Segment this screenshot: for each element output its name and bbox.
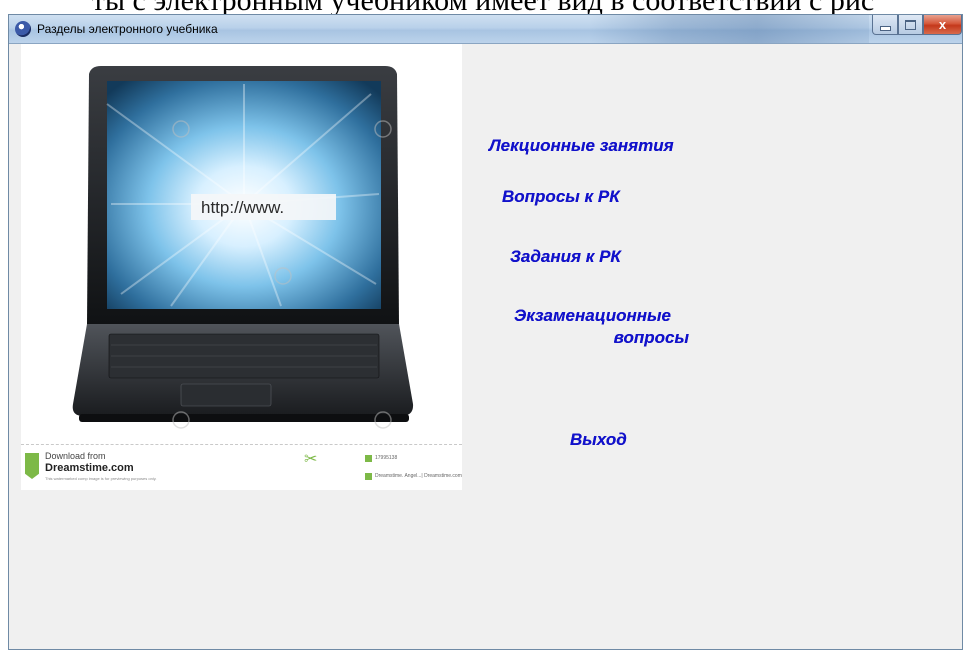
credit-id: 17995138	[375, 455, 398, 461]
app-icon[interactable]	[15, 21, 31, 37]
scissors-icon: ✂	[304, 451, 318, 468]
title-bar[interactable]: Разделы электронного учебника x	[9, 15, 962, 44]
maximize-icon	[905, 19, 916, 30]
laptop-image: http://www.	[72, 66, 414, 429]
tasks-rk-link[interactable]: Задания к РК	[510, 247, 621, 267]
minimize-button[interactable]	[872, 15, 898, 35]
address-bar-text: http://www.	[201, 198, 284, 217]
close-icon: x	[938, 17, 947, 32]
credit-author: Dreamstime. Angel...| Dreamstime.com	[375, 473, 462, 479]
laptop-picture: http://www. Download from Dreamstime.com…	[21, 44, 462, 490]
exam-questions-line1: Экзаменационные	[514, 306, 671, 325]
form-client-area: http://www. Download from Dreamstime.com…	[9, 44, 962, 649]
exit-link[interactable]: Выход	[570, 430, 627, 450]
credit-download-from: Download from	[45, 451, 106, 461]
app-window: Разделы электронного учебника x http://w…	[8, 14, 963, 650]
questions-rk-link[interactable]: Вопросы к РК	[502, 187, 620, 207]
maximize-button[interactable]	[898, 15, 923, 35]
minimize-icon	[879, 26, 891, 31]
credit-id-marker	[365, 455, 372, 462]
credit-note: This watermarked comp image is for previ…	[45, 476, 157, 481]
lectures-link[interactable]: Лекционные занятия	[489, 136, 674, 156]
close-button[interactable]: x	[923, 15, 962, 35]
title-bar-reflection	[589, 15, 869, 43]
dreamstime-logo	[25, 453, 39, 479]
exam-questions-line2: вопросы	[613, 328, 689, 347]
window-title: Разделы электронного учебника	[37, 22, 218, 36]
credit-author-marker	[365, 473, 372, 480]
exam-questions-link[interactable]: Экзаменационные вопросы	[514, 306, 689, 348]
credit-site: Dreamstime.com	[45, 462, 134, 474]
watermark-credit: Download from Dreamstime.com This waterm…	[21, 444, 462, 490]
